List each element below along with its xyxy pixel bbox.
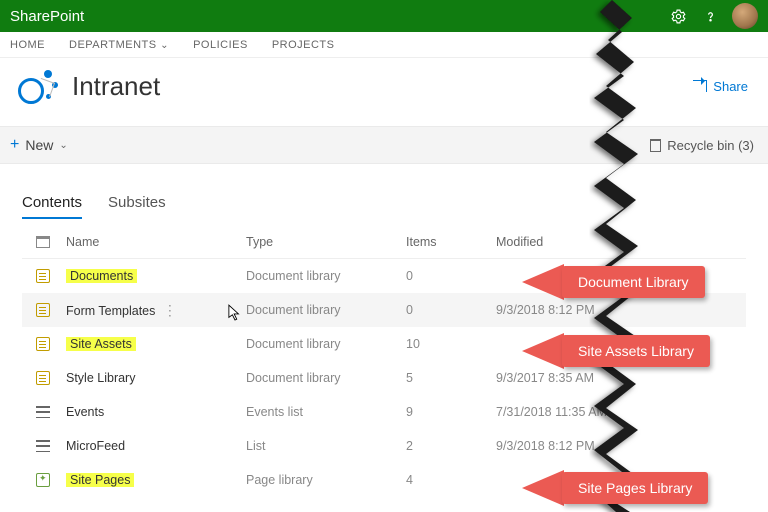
row-name[interactable]: Site Assets [66, 337, 246, 351]
row-name[interactable]: Events [66, 405, 246, 419]
table-row[interactable]: MicroFeedList29/3/2018 8:12 PM [22, 429, 746, 463]
library-icon [36, 303, 50, 317]
row-type: Events list [246, 405, 406, 419]
col-items[interactable]: Items [406, 235, 496, 249]
table-row[interactable]: Style LibraryDocument library59/3/2017 8… [22, 361, 746, 395]
row-modified: 9/3/2018 8:12 PM [496, 303, 696, 317]
app-brand: SharePoint [10, 8, 84, 25]
tab-subsites[interactable]: Subsites [108, 194, 166, 219]
library-icon [36, 371, 50, 385]
plus-icon: + [10, 136, 19, 154]
list-icon [36, 440, 50, 452]
help-icon[interactable] [694, 0, 726, 32]
row-name[interactable]: Site Pages [66, 473, 246, 487]
tab-contents[interactable]: Contents [22, 194, 82, 219]
col-type[interactable]: Type [246, 235, 406, 249]
library-icon [36, 269, 50, 283]
row-items: 0 [406, 269, 496, 283]
content-grid: Name Type Items Modified DocumentsDocume… [0, 225, 768, 497]
suite-bar: SharePoint [0, 0, 768, 32]
library-icon [36, 337, 50, 351]
row-type: Document library [246, 303, 406, 317]
file-type-icon [36, 236, 50, 248]
trash-icon [650, 139, 661, 152]
share-button[interactable]: Share [693, 79, 748, 94]
row-items: 2 [406, 439, 496, 453]
row-items: 10 [406, 337, 496, 351]
table-row[interactable]: Form Templates ⋮Document library09/3/201… [22, 293, 746, 327]
settings-gear-icon[interactable] [662, 0, 694, 32]
row-name[interactable]: Style Library [66, 371, 246, 385]
row-type: Document library [246, 337, 406, 351]
chevron-down-icon: ⌄ [59, 140, 67, 151]
recycle-bin-button[interactable]: Recycle bin (3) [650, 138, 754, 153]
nav-policies[interactable]: POLICIES [193, 39, 248, 51]
row-name[interactable]: Documents [66, 269, 246, 283]
row-more-icon[interactable]: ⋮ [159, 302, 181, 318]
row-name[interactable]: MicroFeed [66, 439, 246, 453]
row-items: 9 [406, 405, 496, 419]
row-type: List [246, 439, 406, 453]
col-name[interactable]: Name [66, 235, 246, 249]
user-avatar[interactable] [732, 3, 758, 29]
row-items: 0 [406, 303, 496, 317]
col-modified[interactable]: Modified [496, 235, 696, 249]
row-modified: 9/3/2018 8:12 PM [496, 439, 696, 453]
row-type: Page library [246, 473, 406, 487]
row-type: Document library [246, 269, 406, 283]
table-row[interactable]: Site AssetsDocument library10 [22, 327, 746, 361]
row-modified: 7/31/2018 11:35 AM [496, 405, 696, 419]
row-items: 4 [406, 473, 496, 487]
local-nav: HOME DEPARTMENTS ⌄ POLICIES PROJECTS [0, 32, 768, 58]
grid-header: Name Type Items Modified [22, 225, 746, 259]
content-tabs: Contents Subsites [0, 164, 768, 219]
command-bar: + New ⌄ Recycle bin (3) [0, 126, 768, 164]
table-row[interactable]: DocumentsDocument library0 [22, 259, 746, 293]
chevron-down-icon: ⌄ [160, 40, 169, 51]
row-modified: 9/3/2017 8:35 AM [496, 371, 696, 385]
share-icon [693, 80, 707, 92]
nav-projects[interactable]: PROJECTS [272, 39, 335, 51]
table-row[interactable]: EventsEvents list97/31/2018 11:35 AM [22, 395, 746, 429]
new-button[interactable]: + New ⌄ [10, 136, 68, 154]
row-name[interactable]: Form Templates ⋮ [66, 302, 246, 319]
list-icon [36, 406, 50, 418]
site-header: Intranet Share [0, 58, 768, 126]
nav-home[interactable]: HOME [10, 39, 45, 51]
page-icon [36, 473, 50, 487]
table-row[interactable]: Site PagesPage library4 [22, 463, 746, 497]
nav-departments[interactable]: DEPARTMENTS ⌄ [69, 39, 169, 51]
site-logo-icon [14, 64, 58, 108]
row-type: Document library [246, 371, 406, 385]
row-items: 5 [406, 371, 496, 385]
site-title: Intranet [72, 71, 160, 102]
